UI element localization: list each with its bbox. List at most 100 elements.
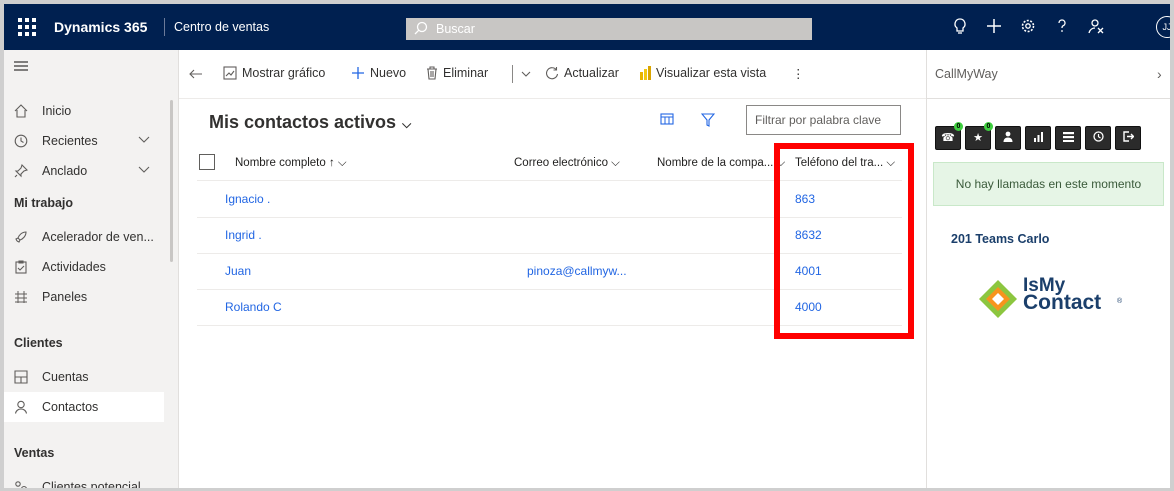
contact-name-link[interactable]: Ignacio . <box>225 192 270 206</box>
logout-tool-button[interactable] <box>1115 126 1141 150</box>
sidebar-item-accounts[interactable]: Cuentas <box>4 362 164 392</box>
view-title: Mis contactos activos <box>209 112 397 132</box>
product-title[interactable]: Dynamics 365 <box>54 19 147 35</box>
lightbulb-icon[interactable] <box>950 16 970 36</box>
help-icon[interactable] <box>1052 16 1072 36</box>
refresh-label: Actualizar <box>564 66 619 80</box>
filter-icon[interactable] <box>701 113 715 127</box>
sidebar-item-label: Inicio <box>42 104 72 118</box>
person-icon <box>14 400 28 414</box>
refresh-button[interactable]: Actualizar <box>545 66 619 80</box>
sidebar-item-pinned[interactable]: Anclado <box>4 156 164 186</box>
hamburger-icon[interactable] <box>14 60 28 72</box>
sidebar-scrollbar[interactable] <box>170 100 173 262</box>
search-icon <box>414 21 428 35</box>
sidebar-item-sales-accelerator[interactable]: Acelerador de ven... <box>4 222 164 252</box>
dashboard-icon <box>15 291 27 303</box>
home-icon <box>14 104 28 118</box>
team-name: 201 Teams Carlo <box>951 232 1050 246</box>
phone-tool-button[interactable]: ☎ 0 <box>935 122 963 150</box>
visualize-view-button[interactable]: Visualizar esta vista <box>639 66 766 80</box>
section-heading-sales: Ventas <box>14 446 55 460</box>
clock-icon <box>1092 131 1104 142</box>
favorites-tool-button[interactable]: ★ 0 <box>965 122 993 150</box>
top-bar: Dynamics 365 Centro de ventas Buscar JJ <box>4 4 1170 50</box>
building-icon <box>14 370 28 384</box>
trash-icon <box>427 66 437 80</box>
sidebar-item-label: Contactos <box>42 400 99 414</box>
ismycontact-logo: IsMy Contact ® <box>977 276 1137 326</box>
delete-label: Eliminar <box>443 66 489 80</box>
new-button[interactable]: Nuevo <box>351 66 406 80</box>
sidebar-item-dashboards[interactable]: Paneles <box>4 282 164 312</box>
app-name[interactable]: Centro de ventas <box>174 20 269 34</box>
status-badge: 0 <box>954 122 963 131</box>
person-icon <box>1003 131 1013 142</box>
status-badge: 0 <box>984 122 993 131</box>
bar-chart-icon <box>1033 132 1043 142</box>
back-arrow-icon[interactable] <box>189 69 203 79</box>
search-box[interactable]: Buscar <box>406 18 812 40</box>
star-icon: ★ <box>973 132 983 144</box>
add-icon[interactable] <box>984 16 1004 36</box>
sidebar-item-activities[interactable]: Actividades <box>4 252 164 282</box>
chevron-down-icon[interactable] <box>521 71 531 78</box>
select-all-checkbox[interactable] <box>199 154 215 170</box>
sidebar-item-leads[interactable]: Clientes potencial <box>4 472 164 488</box>
divider <box>512 65 513 83</box>
sidebar-item-recent[interactable]: Recientes <box>4 126 164 156</box>
contacts-tool-button[interactable] <box>995 126 1021 150</box>
leads-icon <box>15 481 27 488</box>
delete-button[interactable]: Eliminar <box>426 66 488 80</box>
power-bi-icon <box>640 66 651 80</box>
pane-title: CallMyWay <box>935 67 998 81</box>
section-heading-my-work: Mi trabajo <box>14 196 74 210</box>
logo-registered-mark: ® <box>1117 298 1123 305</box>
visualize-label: Visualizar esta vista <box>656 66 767 80</box>
user-avatar[interactable]: JJ <box>1156 16 1170 38</box>
app-window: Dynamics 365 Centro de ventas Buscar JJ … <box>4 4 1170 488</box>
chart-icon <box>223 66 237 80</box>
plus-icon <box>352 67 364 79</box>
sidebar-item-home[interactable]: Inicio <box>4 96 164 126</box>
contact-name-link[interactable]: Rolando C <box>225 300 282 314</box>
sidebar-item-label: Paneles <box>42 290 88 304</box>
edit-columns-icon[interactable] <box>660 113 674 127</box>
history-tool-button[interactable] <box>1085 126 1111 150</box>
clipboard-icon <box>15 260 27 274</box>
chevron-down-icon[interactable] <box>138 136 150 144</box>
refresh-icon <box>546 67 559 80</box>
chevron-down-icon: ⌵ <box>402 117 412 131</box>
contact-name-link[interactable]: Ingrid . <box>225 228 262 242</box>
column-header-full-name[interactable]: Nombre completo ↑ ⌵ <box>235 157 347 170</box>
list-tool-button[interactable] <box>1055 126 1081 150</box>
chevron-down-icon[interactable] <box>138 166 150 174</box>
feedback-icon[interactable] <box>1086 16 1106 36</box>
view-selector[interactable]: Mis contactos activos ⌵ <box>209 112 411 133</box>
sidebar-item-contacts[interactable]: Contactos <box>4 392 164 422</box>
divider <box>927 98 1170 99</box>
stats-tool-button[interactable] <box>1025 126 1051 150</box>
pin-icon <box>14 164 28 178</box>
sidebar-item-label: Clientes potencial <box>42 480 141 488</box>
divider <box>164 18 165 36</box>
column-header-email[interactable]: Correo electrónico ⌵ <box>514 157 620 170</box>
logo-mark-icon <box>979 280 1017 318</box>
column-header-company[interactable]: Nombre de la compa... ⌵ <box>657 157 785 170</box>
filter-by-keyword-input[interactable]: Filtrar por palabra clave <box>746 105 901 135</box>
list-icon <box>1062 132 1074 142</box>
highlight-box <box>774 143 914 339</box>
contact-email[interactable]: pinoza@callmyw... <box>527 264 627 278</box>
more-commands-icon[interactable]: ⋮ <box>792 66 806 81</box>
gear-icon[interactable] <box>1018 16 1038 36</box>
sidebar: Inicio Recientes Anclado Mi trabajo Acel… <box>4 50 179 488</box>
show-chart-button[interactable]: Mostrar gráfico <box>223 66 325 80</box>
app-launcher-icon[interactable] <box>18 18 36 36</box>
sidebar-item-label: Anclado <box>42 164 88 178</box>
rocket-icon <box>15 231 27 243</box>
logout-icon <box>1122 131 1134 142</box>
sidebar-item-label: Recientes <box>42 134 98 148</box>
contact-name-link[interactable]: Juan <box>225 264 251 278</box>
command-bar: Mostrar gráfico Nuevo Eliminar Actualiza… <box>179 50 926 99</box>
chevron-right-icon[interactable]: › <box>1157 66 1162 82</box>
